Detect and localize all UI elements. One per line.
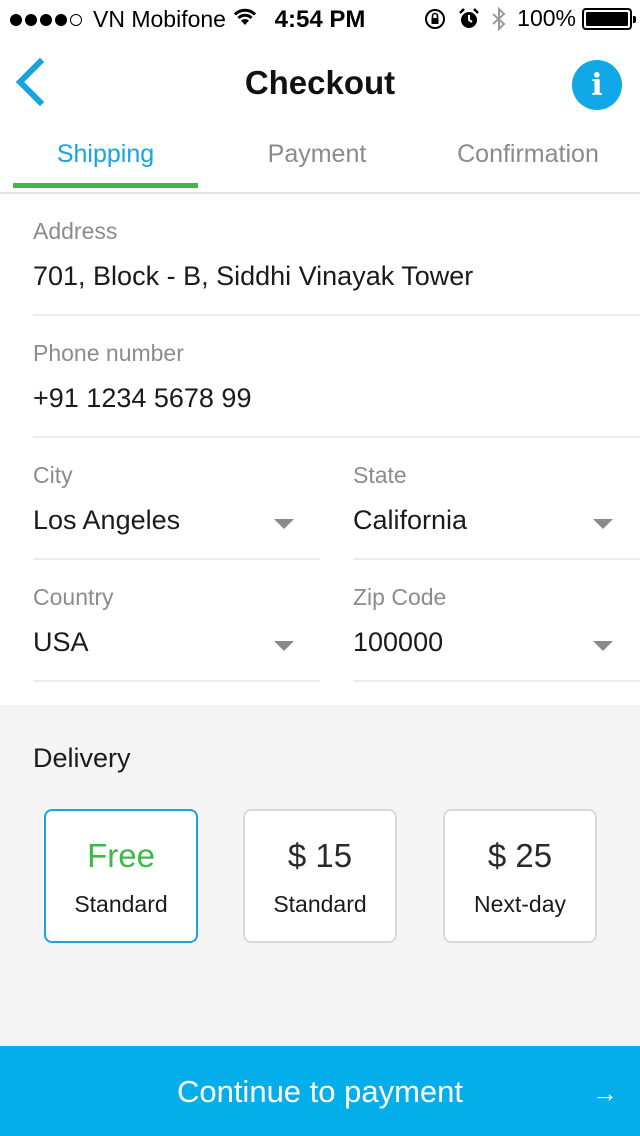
status-bar: VN Mobifone 4:54 PM 100% [0, 0, 640, 40]
country-label: Country [33, 584, 114, 610]
address-divider [33, 314, 640, 316]
zip-divider [353, 680, 640, 682]
tab-shipping[interactable]: Shipping [13, 140, 198, 169]
phone-divider [33, 436, 640, 438]
address-field[interactable]: Address 701, Block - B, Siddhi Vinayak T… [33, 218, 633, 292]
continue-label: Continue to payment [176, 1074, 464, 1109]
checkout-tabs: Shipping Payment Confirmation [0, 128, 640, 194]
info-icon: i [591, 67, 603, 103]
chevron-left-icon [15, 57, 45, 107]
info-button[interactable]: i [572, 60, 622, 110]
alarm-icon [457, 7, 481, 31]
option-price: Free [87, 837, 155, 874]
delivery-option-25-next-day[interactable]: $ 25 Next-day [443, 809, 597, 943]
delivery-title: Delivery [33, 743, 131, 773]
tab-payment[interactable]: Payment [222, 140, 412, 169]
phone-label: Phone number [33, 340, 184, 366]
battery-percent: 100% [517, 5, 576, 31]
tab-active-indicator [13, 183, 198, 188]
delivery-option-free-standard[interactable]: Free Standard [44, 809, 198, 943]
zip-dropdown-icon[interactable] [593, 641, 613, 651]
state-divider [353, 558, 640, 560]
delivery-section: Delivery Free Standard $ 15 Standard $ 2… [0, 705, 640, 1046]
arrow-right-icon: → [592, 1078, 618, 1108]
address-label: Address [33, 218, 118, 244]
nav-bar: Checkout i [0, 40, 640, 128]
option-price: $ 25 [487, 837, 553, 874]
back-button[interactable] [10, 54, 54, 110]
city-divider [33, 558, 320, 560]
shipping-form: Address 701, Block - B, Siddhi Vinayak T… [0, 194, 640, 705]
status-right: 100% [423, 5, 636, 32]
country-dropdown-icon[interactable] [274, 641, 294, 651]
state-dropdown-icon[interactable] [593, 519, 613, 529]
phone-field[interactable]: Phone number +91 1234 5678 99 [33, 340, 633, 414]
city-label: City [33, 462, 73, 488]
bluetooth-icon [491, 6, 507, 31]
option-name: Standard [74, 891, 168, 917]
city-dropdown-icon[interactable] [274, 519, 294, 529]
zip-label: Zip Code [353, 584, 447, 610]
delivery-option-15-standard[interactable]: $ 15 Standard [243, 809, 397, 943]
page-title: Checkout [244, 64, 396, 101]
tab-confirmation[interactable]: Confirmation [432, 140, 624, 169]
continue-to-payment-button[interactable]: Continue to payment → [0, 1046, 640, 1136]
battery-icon [582, 7, 636, 30]
phone-value[interactable]: +91 1234 5678 99 [33, 383, 633, 414]
option-name: Next-day [473, 891, 567, 917]
option-name: Standard [273, 891, 367, 917]
country-divider [33, 680, 320, 682]
rotation-lock-icon [423, 7, 447, 31]
address-value[interactable]: 701, Block - B, Siddhi Vinayak Tower [33, 261, 633, 292]
option-price: $ 15 [287, 837, 353, 874]
state-label: State [353, 462, 407, 488]
